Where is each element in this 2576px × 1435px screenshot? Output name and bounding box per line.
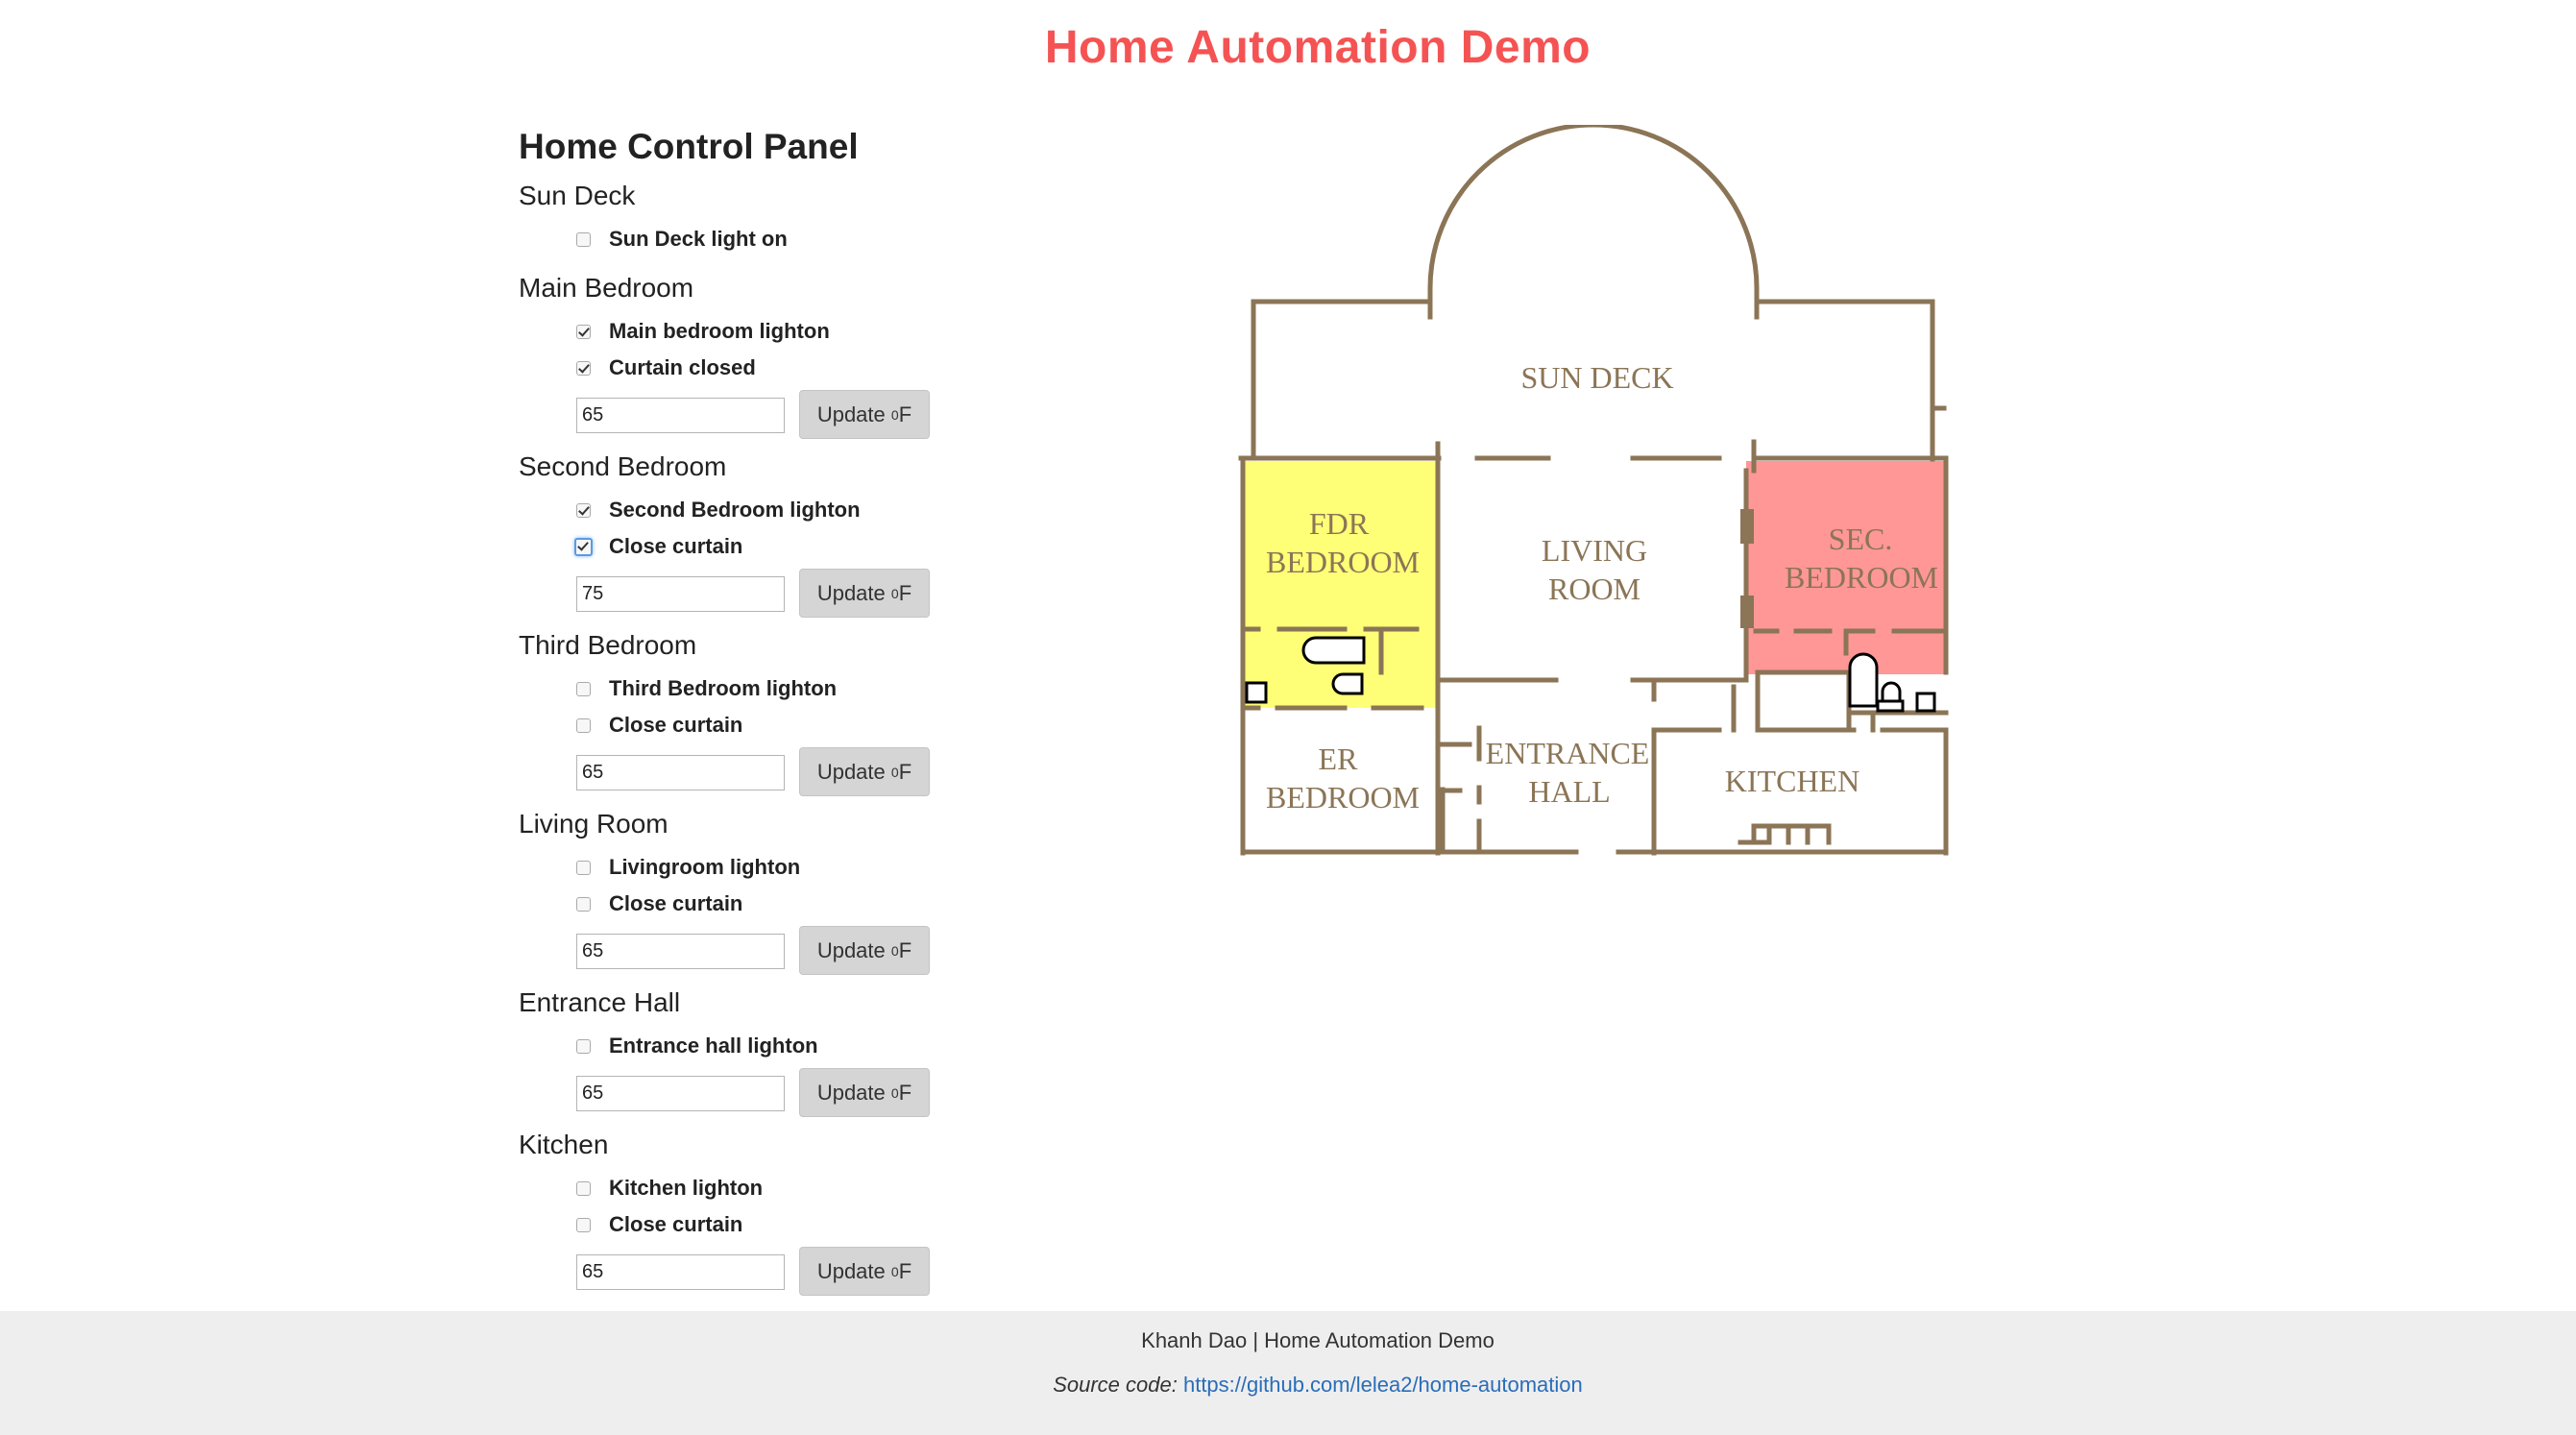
floor-plan: SUN DECK FDR BEDROOM LIVING ROOM SEC. BE…: [1238, 125, 1949, 856]
source-link[interactable]: https://github.com/lelea2/home-automatio…: [1183, 1373, 1583, 1397]
degree-sup: 0: [890, 585, 899, 601]
checkbox-row-second-light[interactable]: Second Bedroom lighton: [576, 498, 861, 523]
room-title-second-bedroom: Second Bedroom: [519, 451, 727, 481]
label-er-2: BEDROOM: [1266, 780, 1420, 815]
entrance-hall-light-checkbox[interactable]: [576, 1038, 591, 1054]
checkbox-label: Second Bedroom lighton: [609, 498, 861, 522]
label-fdr-2: BEDROOM: [1266, 545, 1420, 579]
main-bedroom-highlight[interactable]: [1244, 461, 1436, 708]
label-living-1: LIVING: [1542, 533, 1647, 568]
main-bedroom-light-checkbox[interactable]: [576, 324, 591, 339]
third-bedroom-update-button[interactable]: Update 0F: [799, 747, 930, 796]
third-bedroom-curtain-checkbox[interactable]: [576, 718, 591, 733]
checkbox-label: Sun Deck light on: [609, 227, 788, 251]
entrance-hall-update-button[interactable]: Update 0F: [799, 1068, 930, 1117]
footer: Khanh Dao | Home Automation Demo Source …: [0, 1311, 2576, 1435]
third-bedroom-temp-input[interactable]: 65: [576, 755, 785, 790]
living-room-light-checkbox[interactable]: [576, 860, 591, 875]
checkbox-label: Close curtain: [609, 891, 743, 915]
checkbox-row-kitchen-curtain[interactable]: Close curtain: [576, 1212, 742, 1237]
update-label: Update: [816, 580, 886, 605]
third-bedroom-light-checkbox[interactable]: [576, 681, 591, 696]
label-sun-deck: SUN DECK: [1520, 360, 1673, 395]
checkbox-row-kitchen-light[interactable]: Kitchen lighton: [576, 1176, 763, 1201]
checkbox-row-main-light[interactable]: Main bedroom lighton: [576, 319, 830, 344]
checkbox-row-living-light[interactable]: Livingroom lighton: [576, 855, 800, 880]
unit-label: F: [898, 1080, 912, 1105]
unit-label: F: [898, 1258, 912, 1283]
room-title-main-bedroom: Main Bedroom: [519, 273, 694, 303]
checkbox-label: Curtain closed: [609, 355, 756, 379]
update-label: Update: [816, 937, 886, 962]
main-bedroom-temp-input[interactable]: 65: [576, 398, 785, 433]
unit-label: F: [898, 580, 912, 605]
footer-credit: Khanh Dao | Home Automation Demo: [1141, 1328, 1495, 1352]
checkbox-row-third-curtain[interactable]: Close curtain: [576, 713, 742, 738]
kitchen-update-button[interactable]: Update 0F: [799, 1247, 930, 1296]
checkbox-label: Livingroom lighton: [609, 855, 801, 879]
checkbox-label: Close curtain: [609, 1212, 743, 1236]
room-title-third-bedroom: Third Bedroom: [519, 630, 697, 660]
checkbox-row-second-curtain[interactable]: Close curtain: [574, 534, 743, 559]
label-fdr-1: FDR: [1309, 506, 1370, 541]
degree-sup: 0: [890, 406, 899, 423]
label-living-2: ROOM: [1548, 572, 1640, 606]
room-title-entrance-hall: Entrance Hall: [519, 987, 681, 1017]
checkbox-label: Kitchen lighton: [609, 1176, 764, 1200]
label-kitchen: KITCHEN: [1725, 764, 1859, 798]
footer-source: Source code: https://github.com/lelea2/h…: [0, 1373, 2576, 1398]
unit-label: F: [898, 937, 912, 962]
label-entrance-1: ENTRANCE: [1486, 736, 1650, 770]
label-sec-1: SEC.: [1829, 522, 1893, 556]
checkbox-label: Close curtain: [609, 713, 743, 737]
main-bedroom-curtain-checkbox[interactable]: [576, 360, 591, 376]
label-sec-2: BEDROOM: [1785, 560, 1938, 595]
update-label: Update: [816, 759, 886, 784]
update-label: Update: [816, 1080, 886, 1105]
room-title-kitchen: Kitchen: [519, 1130, 609, 1159]
sundeck-light-checkbox[interactable]: [576, 231, 591, 247]
panel-heading: Home Control Panel: [519, 127, 859, 166]
kitchen-curtain-checkbox[interactable]: [576, 1217, 591, 1232]
checkbox-row-sundeck-light[interactable]: Sun Deck light on: [576, 227, 788, 252]
entrance-hall-temp-input[interactable]: 65: [576, 1076, 785, 1111]
source-label: Source code:: [1053, 1373, 1178, 1397]
kitchen-light-checkbox[interactable]: [576, 1180, 591, 1196]
degree-sup: 0: [890, 1084, 899, 1101]
living-room-curtain-checkbox[interactable]: [576, 896, 591, 912]
update-label: Update: [816, 401, 886, 426]
unit-label: F: [898, 401, 912, 426]
degree-sup: 0: [890, 1263, 899, 1279]
degree-sup: 0: [890, 764, 899, 780]
label-entrance-2: HALL: [1528, 774, 1610, 809]
degree-sup: 0: [890, 942, 899, 959]
room-title-living-room: Living Room: [519, 809, 668, 839]
kitchen-temp-input[interactable]: 65: [576, 1254, 785, 1290]
checkbox-row-entrance-light[interactable]: Entrance hall lighton: [576, 1034, 818, 1058]
checkbox-label: Close curtain: [609, 534, 743, 558]
second-bedroom-curtain-checkbox[interactable]: [574, 537, 593, 556]
label-er-1: ER: [1319, 742, 1359, 776]
update-label: Update: [816, 1258, 886, 1283]
second-bedroom-update-button[interactable]: Update 0F: [799, 569, 930, 618]
checkbox-row-third-light[interactable]: Third Bedroom lighton: [576, 676, 837, 701]
checkbox-row-living-curtain[interactable]: Close curtain: [576, 891, 742, 916]
room-title-sun-deck: Sun Deck: [519, 181, 636, 210]
checkbox-label: Main bedroom lighton: [609, 319, 830, 343]
second-bedroom-temp-input[interactable]: 75: [576, 576, 785, 612]
checkbox-label: Entrance hall lighton: [609, 1034, 818, 1058]
second-bedroom-light-checkbox[interactable]: [576, 502, 591, 518]
page-title: Home Automation Demo: [1044, 22, 1592, 73]
checkbox-row-main-curtain[interactable]: Curtain closed: [576, 355, 756, 380]
living-room-update-button[interactable]: Update 0F: [799, 926, 930, 975]
unit-label: F: [898, 759, 912, 784]
checkbox-label: Third Bedroom lighton: [609, 676, 838, 700]
main-bedroom-update-button[interactable]: Update 0F: [799, 390, 930, 439]
living-room-temp-input[interactable]: 65: [576, 934, 785, 969]
